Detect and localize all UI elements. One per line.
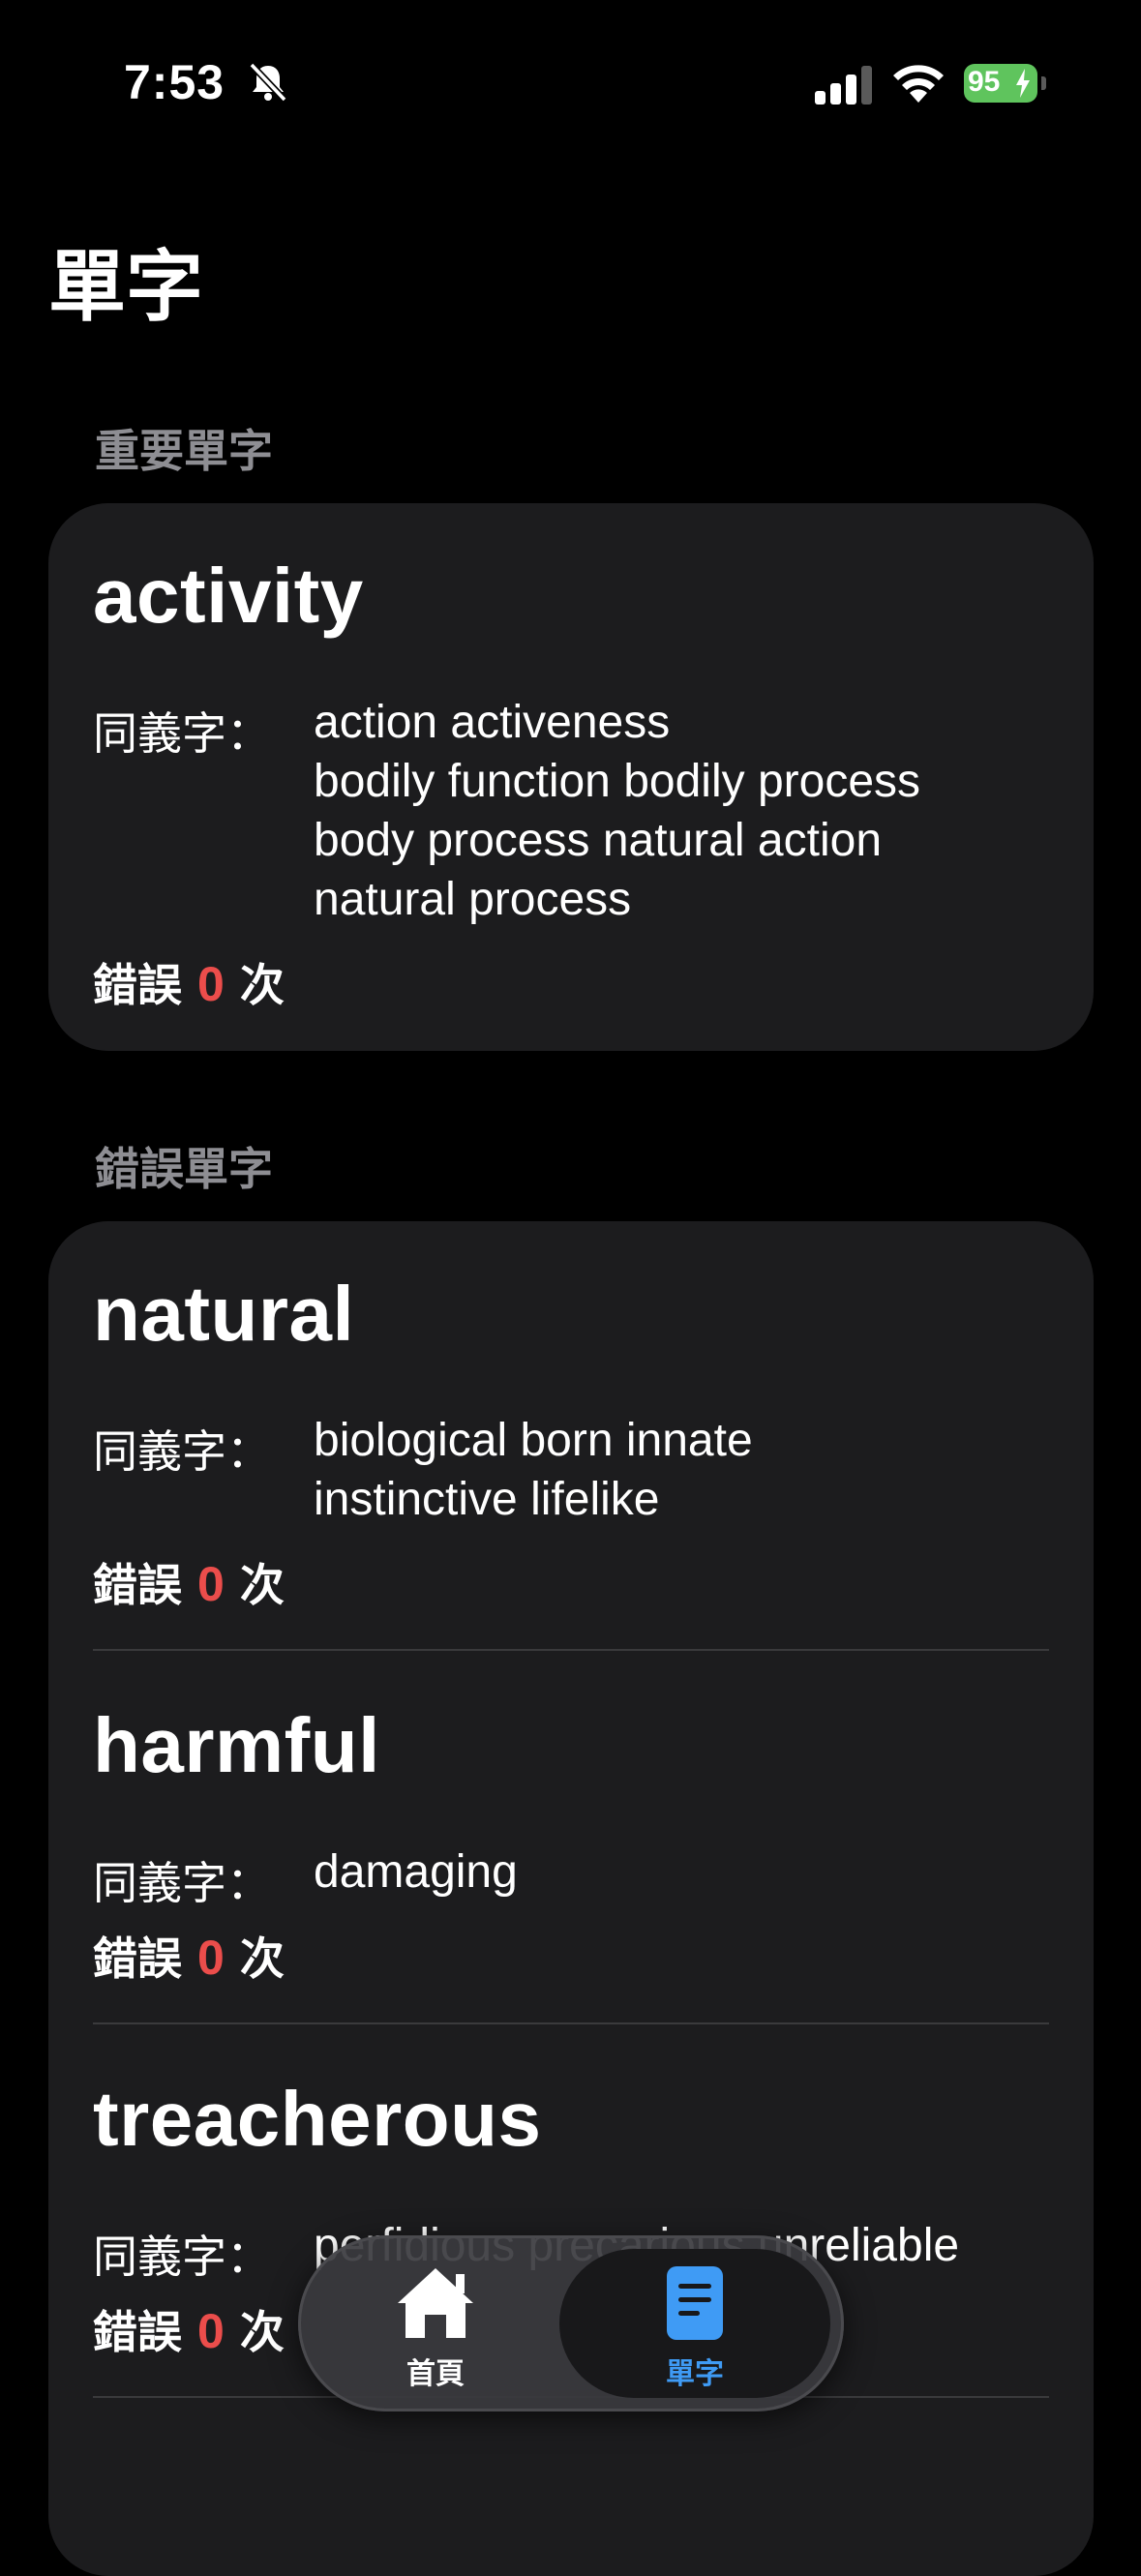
- house-icon: [398, 2268, 473, 2338]
- status-time: 7:53: [124, 55, 225, 109]
- error-count: 0: [197, 957, 225, 1011]
- cellular-signal-icon: [815, 66, 872, 105]
- synonym-line: damaging: [314, 1846, 518, 1898]
- error-count: 0: [197, 1557, 225, 1611]
- charging-bolt-icon: [1016, 69, 1030, 98]
- page-title: 單字: [48, 242, 203, 332]
- synonym-line: bodily function bodily process: [314, 756, 921, 807]
- status-bar: 7:53 95: [0, 0, 1141, 165]
- tab-words[interactable]: 單字: [569, 2235, 821, 2411]
- document-icon: [667, 2266, 723, 2340]
- synonym-label: 同義字：: [93, 707, 271, 760]
- section-header-important: 重要單字: [95, 425, 273, 477]
- error-prefix: 錯誤: [93, 1932, 182, 1985]
- synonym-line: instinctive lifelike: [314, 1474, 660, 1525]
- silent-bell-icon: [249, 62, 287, 103]
- battery-level: 95: [968, 66, 1001, 98]
- tab-bar: 首頁 單字: [298, 2235, 844, 2411]
- synonym-line: action activeness: [314, 697, 671, 748]
- error-suffix: 次: [239, 2306, 285, 2358]
- synonym-list: damaging: [314, 1842, 1078, 1902]
- entry-word: harmful: [93, 1702, 380, 1788]
- error-count-line: 錯誤 0 次: [93, 1924, 285, 1988]
- error-count: 0: [197, 1931, 225, 1985]
- synonym-line: body process natural action: [314, 815, 883, 866]
- error-prefix: 錯誤: [93, 1559, 182, 1611]
- battery-indicator: 95: [964, 64, 1047, 103]
- entry-word: natural: [93, 1271, 355, 1357]
- synonym-line: natural process: [314, 874, 632, 925]
- entry-word: treacherous: [93, 2076, 542, 2162]
- synonym-label: 同義字：: [93, 1857, 271, 1909]
- synonym-label: 同義字：: [93, 1425, 271, 1478]
- synonym-line: biological born innate: [314, 1415, 753, 1466]
- entry-word: activity: [93, 553, 364, 639]
- battery-cap: [1041, 76, 1046, 90]
- wifi-icon: [893, 65, 944, 103]
- tab-words-label: 單字: [666, 2357, 724, 2391]
- row-divider: [93, 1649, 1049, 1651]
- row-divider: [93, 2022, 1049, 2024]
- synonym-list: biological born innate instinctive lifel…: [314, 1411, 1078, 1529]
- error-prefix: 錯誤: [93, 2306, 182, 2358]
- important-words-card: activity 同義字： action activeness bodily f…: [48, 503, 1094, 1051]
- error-count-line: 錯誤 0 次: [93, 2297, 285, 2361]
- tab-home[interactable]: 首頁: [310, 2235, 561, 2411]
- section-header-wrong: 錯誤單字: [95, 1143, 273, 1195]
- error-prefix: 錯誤: [93, 959, 182, 1011]
- error-count-line: 錯誤 0 次: [93, 1550, 285, 1614]
- error-suffix: 次: [239, 1559, 285, 1611]
- synonym-label: 同義字：: [93, 2231, 271, 2283]
- error-count: 0: [197, 2304, 225, 2358]
- error-suffix: 次: [239, 959, 285, 1011]
- synonym-list: action activeness bodily function bodily…: [314, 693, 1078, 929]
- error-suffix: 次: [239, 1932, 285, 1985]
- tab-home-label: 首頁: [406, 2357, 465, 2391]
- error-count-line: 錯誤 0 次: [93, 950, 285, 1014]
